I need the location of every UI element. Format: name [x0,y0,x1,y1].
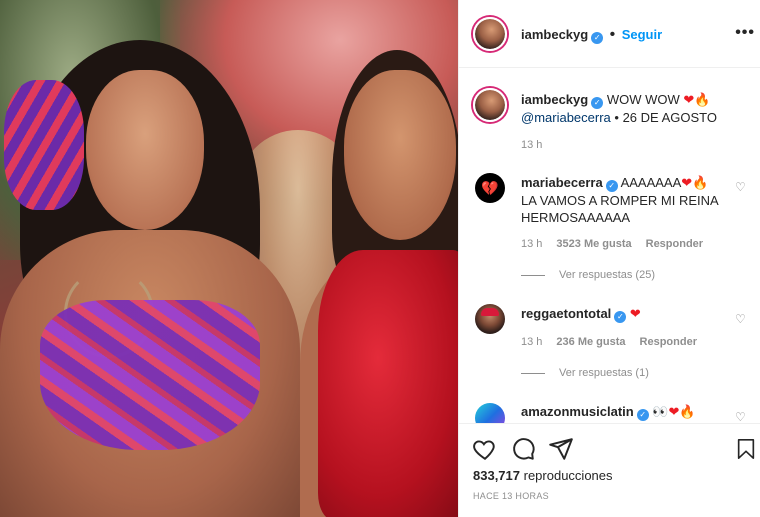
separator: • [609,26,616,43]
comment-username[interactable]: mariabecerra [521,175,603,190]
comment: mariabecerra ✓ AAAAAAA❤🔥 LA VAMOS A ROMPE… [521,174,731,226]
fire-icon: 🔥 [694,92,711,107]
like-heart-icon[interactable] [472,436,498,462]
view-replies-button[interactable]: Ver respuestas (1) [521,367,649,379]
share-send-icon[interactable] [548,436,574,462]
reply-button[interactable]: Responder [640,336,697,348]
verified-badge-icon: ✓ [605,180,618,192]
red-heart-icon: ❤ [681,175,693,190]
like-comment-icon[interactable]: ♡ [735,181,747,193]
more-options-icon[interactable]: ••• [735,24,755,42]
reply-button[interactable]: Responder [646,238,703,250]
divider-line [521,274,545,276]
caption-age: 13 h [521,139,543,151]
red-top [318,250,458,517]
comment-bubble-icon[interactable] [510,436,536,462]
view-replies-button[interactable]: Ver respuestas (25) [521,269,655,281]
caption-mention[interactable]: @mariabecerra [521,110,611,125]
view-count-number: 833,717 [473,468,520,483]
comment-avatar[interactable] [475,304,505,334]
view-count[interactable]: 833,717 reproducciones [473,468,613,483]
view-replies-label: Ver respuestas (1) [559,367,649,379]
view-count-label: reproducciones [523,468,613,483]
broken-heart-icon: 💔 [481,179,499,196]
verified-badge-icon: ✓ [614,311,627,323]
comment-text: AAAAAAA [620,175,682,190]
verified-badge-icon: ✓ [591,32,604,44]
like-comment-icon[interactable]: ♡ [735,313,747,325]
comment-username[interactable]: amazonmusiclatin [521,404,634,419]
verified-badge-icon: ✓ [636,409,649,421]
author-line: iambeckyg ✓ • Seguir [521,26,662,44]
comments-list[interactable]: iambeckyg ✓ WOW WOW ❤🔥 @mariabecerra • 26… [459,69,760,423]
comment-avatar[interactable]: 💔 [475,173,505,203]
follow-button[interactable]: Seguir [622,27,662,42]
author-username[interactable]: iambeckyg [521,27,588,42]
woman-right-face [344,70,456,240]
woman-left-face [86,70,204,230]
fire-icon: 🔥 [679,404,696,419]
comment-likes[interactable]: 236 Me gusta [556,336,625,348]
divider-line [521,372,545,374]
comment-meta: 13 h 236 Me gusta Responder [521,336,697,348]
comment: reggaetontotal ✓ ❤ [521,305,731,323]
post-timestamp[interactable]: HACE 13 HORAS [473,491,549,501]
like-comment-icon[interactable]: ♡ [735,411,747,423]
red-heart-icon: ❤ [629,306,641,321]
post-actions: 833,717 reproducciones HACE 13 HORAS [459,423,760,517]
comment-text-continued: LA VAMOS A ROMPER MI REINA HERMOSAAAAAA [521,193,718,225]
comment-age: 13 h [521,238,543,250]
caption-avatar[interactable] [473,88,507,122]
caption: iambeckyg ✓ WOW WOW ❤🔥 @mariabecerra • 26… [521,91,731,126]
author-avatar[interactable] [473,17,507,51]
caption-date: • 26 DE AGOSTO [614,110,717,125]
verified-badge-icon: ✓ [591,97,604,109]
heart-on-fire-icon: ❤ [668,404,680,419]
caption-text: WOW WOW [606,92,680,107]
red-heart-icon: ❤ [683,92,695,107]
post-sidebar: iambeckyg ✓ • Seguir ••• iambeckyg ✓ WOW W… [458,0,760,517]
purple-top [40,300,260,450]
cap-shape [481,308,499,316]
caption-username[interactable]: iambeckyg [521,92,588,107]
post-video[interactable] [0,0,458,517]
comment-age: 13 h [521,336,543,348]
comment-username[interactable]: reggaetontotal [521,306,611,321]
save-bookmark-icon[interactable] [735,436,757,462]
comment-likes[interactable]: 3523 Me gusta [556,238,631,250]
comment-avatar[interactable] [475,403,505,423]
post-header: iambeckyg ✓ • Seguir ••• [459,0,760,68]
purple-glove [4,80,84,210]
eyes-icon: 👀 [652,404,669,419]
comment: amazonmusiclatin ✓ 👀❤🔥 [521,403,731,421]
view-replies-label: Ver respuestas (25) [559,269,655,281]
fire-icon: 🔥 [692,175,709,190]
comment-meta: 13 h 3523 Me gusta Responder [521,238,703,250]
